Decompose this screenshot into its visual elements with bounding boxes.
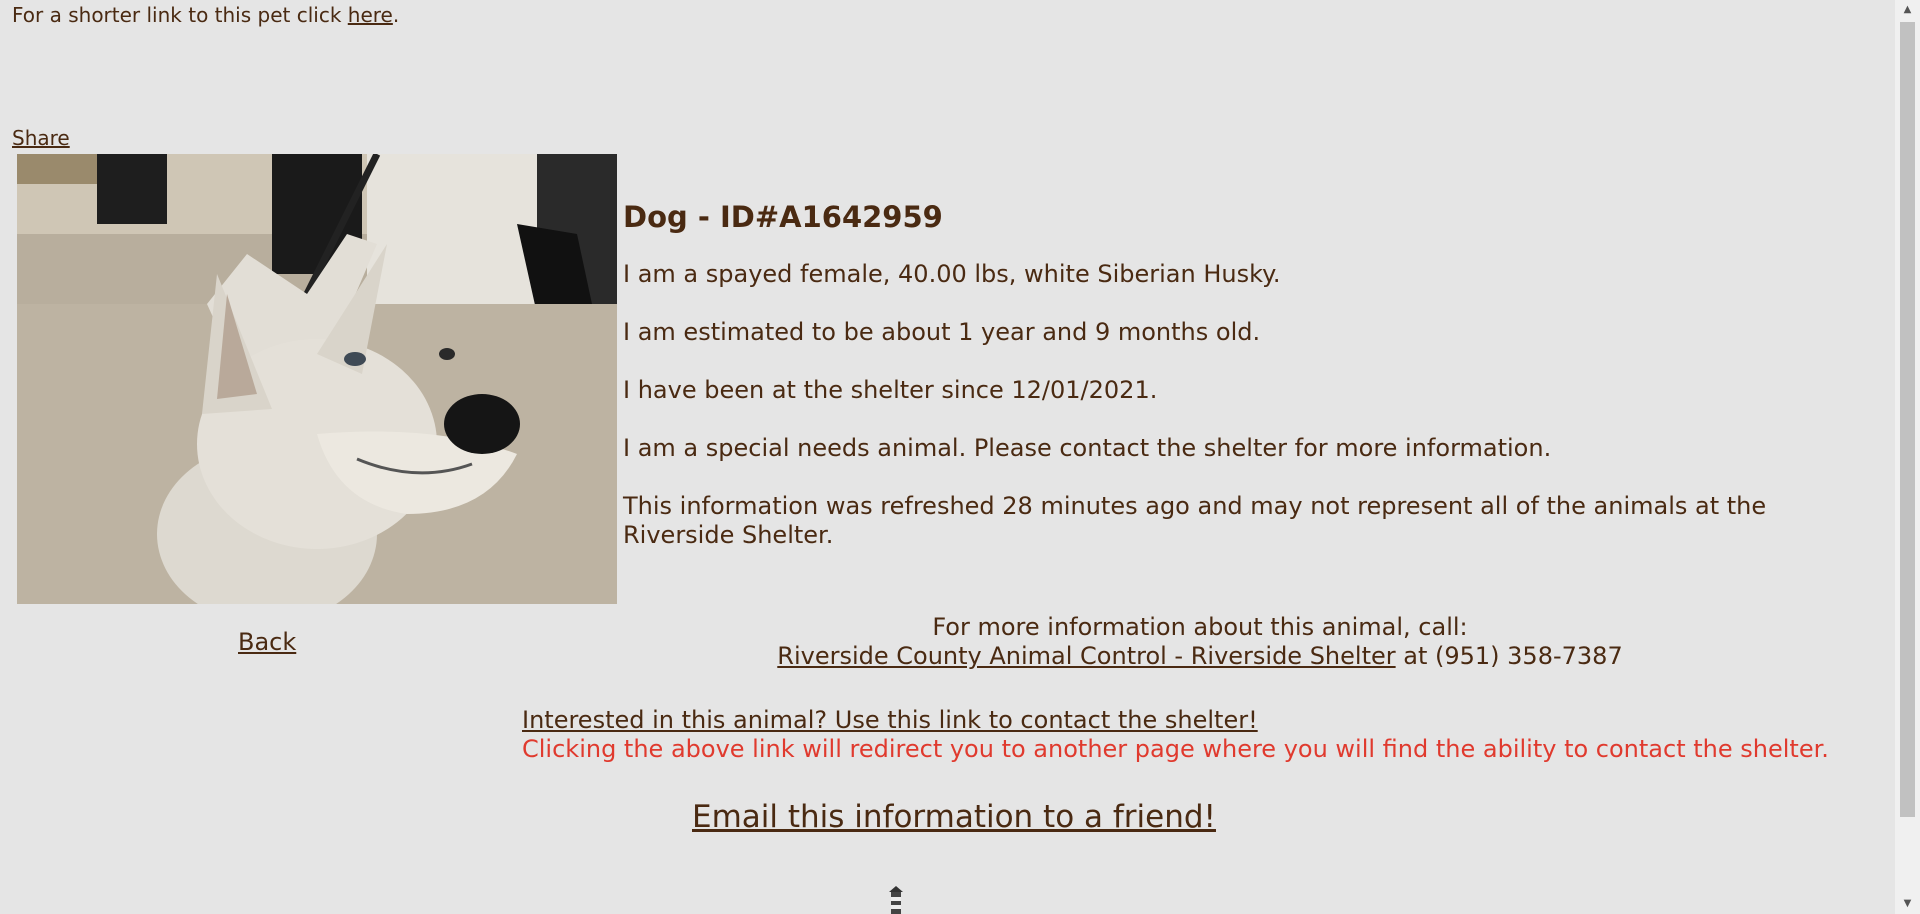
vertical-scrollbar[interactable]: ▲ ▼ — [1895, 0, 1920, 914]
shelter-link[interactable]: Riverside County Animal Control - Rivers… — [777, 642, 1395, 670]
email-friend-link[interactable]: Email this information to a friend! — [692, 798, 1216, 836]
pet-special-needs: I am a special needs animal. Please cont… — [623, 434, 1552, 462]
scroll-down-icon[interactable]: ▼ — [1895, 894, 1920, 914]
pet-title: Dog - ID#A1642959 — [623, 200, 943, 234]
pet-photo — [17, 154, 617, 604]
short-link-prefix: For a shorter link to this pet click — [12, 3, 348, 27]
short-link-text: For a shorter link to this pet click her… — [12, 2, 399, 28]
back-link[interactable]: Back — [238, 627, 296, 657]
short-link-here[interactable]: here — [348, 3, 393, 27]
pet-age: I am estimated to be about 1 year and 9 … — [623, 318, 1261, 346]
scroll-up-icon[interactable]: ▲ — [1895, 0, 1920, 20]
pet-refresh-note: This information was refreshed 28 minute… — [623, 492, 1767, 549]
lighthouse-icon — [884, 886, 908, 914]
pet-intake-date: I have been at the shelter since 12/01/2… — [623, 376, 1158, 404]
interest-block: Interested in this animal? Use this link… — [522, 706, 1829, 764]
call-info: For more information about this animal, … — [680, 613, 1720, 671]
pet-details: Dog - ID#A1642959 I am a spayed female, … — [623, 196, 1843, 579]
contact-shelter-link[interactable]: Interested in this animal? Use this link… — [522, 706, 1258, 734]
scrollbar-thumb[interactable] — [1900, 22, 1915, 817]
shelter-line: Riverside County Animal Control - Rivers… — [680, 642, 1720, 671]
short-link-suffix: . — [392, 3, 400, 27]
pet-description: I am a spayed female, 40.00 lbs, white S… — [623, 260, 1281, 288]
redirect-note: Clicking the above link will redirect yo… — [522, 735, 1829, 763]
shelter-phone: at (951) 358-7387 — [1395, 642, 1623, 670]
more-info-text: For more information about this animal, … — [932, 613, 1468, 641]
share-link[interactable]: Share — [12, 125, 70, 151]
